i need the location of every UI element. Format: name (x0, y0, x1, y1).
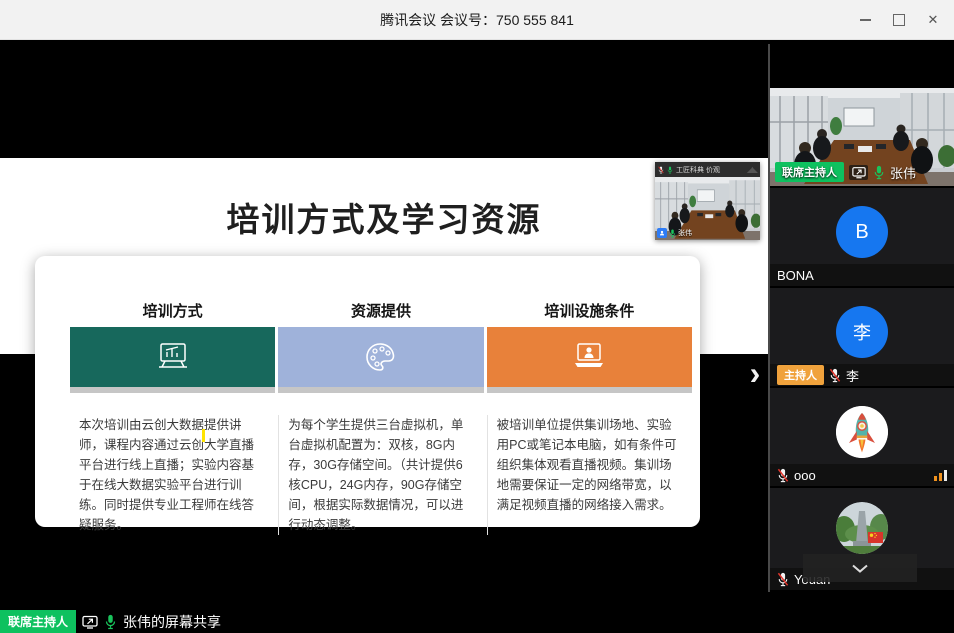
floating-window-title: 工匠科典 价观 (676, 165, 720, 175)
participant-name: BONA (777, 268, 814, 283)
floating-video-window: 工匠科典 价观 ◢◣ 张伟 (655, 162, 760, 240)
column-texts: 本次培训由云创大数据提供讲师，课程内容通过云创大学直播平台进行线上直播；实验内容… (70, 415, 692, 535)
share-status-text: 张伟的屏幕共享 (123, 612, 221, 632)
mic-on-icon (667, 166, 673, 174)
bar-facilities (487, 327, 692, 387)
participant-name: ooo (794, 468, 816, 483)
participant-tile-zhangwei[interactable]: 联席主持人 张伟 (770, 88, 954, 186)
screen-share-icon (82, 615, 98, 629)
column-text-1: 本次培训由云创大数据提供讲师，课程内容通过云创大学直播平台进行线上直播；实验内容… (70, 415, 275, 535)
tencent-meeting-window: 腾讯会议 会议号：750 555 841 ✕ 培训方式及学习资源 培训方式 资源… (0, 0, 954, 633)
column-text-2: 为每个学生提供三台虚拟机，单台虚拟机配置为：双核，8G内存，30G存储空间。（共… (278, 415, 483, 535)
chevron-down-icon (851, 564, 869, 573)
presenter-laptop-icon (571, 342, 607, 372)
column-bars (70, 327, 692, 387)
participant-nameplate: BONA (770, 264, 954, 286)
mic-muted-icon (777, 468, 789, 483)
bar-training-method (70, 327, 275, 387)
participant-nameplate: ooo (770, 464, 954, 486)
mic-muted-icon (777, 572, 789, 587)
presentation-board-chart-icon (155, 342, 191, 372)
mic-on-icon (873, 165, 885, 180)
slide-content-card: 培训方式 资源提供 培训设施条件 (35, 256, 700, 527)
titlebar[interactable]: 腾讯会议 会议号：750 555 841 ✕ (0, 0, 954, 40)
floating-window-video: 张伟 (655, 177, 760, 240)
maximize-button[interactable] (882, 0, 916, 40)
host-badge: 主持人 (777, 365, 824, 385)
participant-name: 张伟 (890, 163, 916, 182)
avatar-letter: B (855, 221, 868, 244)
avatar: B (836, 206, 888, 258)
member-badge-icon (657, 228, 667, 238)
avatar: 李 (836, 306, 888, 358)
mic-muted-icon (829, 368, 841, 383)
minimize-icon (860, 19, 871, 21)
text-cursor (202, 429, 205, 442)
column-header-1: 培训方式 (70, 300, 275, 321)
screen-share-icon (849, 165, 868, 180)
window-title: 腾讯会议 会议号：750 555 841 (380, 10, 574, 30)
collapse-video-panel-button[interactable] (803, 554, 917, 582)
floating-window-nameplate: 张伟 (657, 228, 692, 238)
column-headers: 培训方式 资源提供 培训设施条件 (70, 300, 692, 321)
shared-screen-area: 培训方式及学习资源 培训方式 资源提供 培训设施条件 (0, 40, 768, 633)
participant-tile-ooo[interactable]: ooo (770, 388, 954, 486)
window-controls: ✕ (848, 0, 950, 40)
mic-on-icon (669, 229, 676, 238)
slide-title: 培训方式及学习资源 (0, 193, 768, 241)
floating-window-header: 工匠科典 价观 ◢◣ (655, 162, 760, 177)
close-button[interactable]: ✕ (916, 0, 950, 40)
palette-icon (363, 341, 399, 373)
network-signal-icon (934, 470, 947, 481)
logo-watermark-icon: ◢◣ (747, 165, 757, 174)
next-arrow-button[interactable]: › (742, 354, 768, 394)
minimize-button[interactable] (848, 0, 882, 40)
participant-nameplate: 联席主持人 张伟 (775, 162, 916, 182)
participant-tile-youan[interactable]: Youan (770, 488, 954, 590)
avatar (836, 502, 888, 554)
bar-resources (278, 327, 483, 387)
mic-on-icon (104, 614, 117, 630)
member-icon (658, 166, 664, 174)
participant-name: 李 (846, 366, 859, 385)
floating-window-participant-name: 张伟 (678, 228, 692, 238)
monument-photo-avatar (836, 502, 888, 554)
column-header-2: 资源提供 (278, 300, 483, 321)
participant-tile-li[interactable]: 李 主持人 李 (770, 288, 954, 386)
screen-share-banner: 联席主持人 张伟的屏幕共享 (0, 610, 221, 633)
column-text-3: 被培训单位提供集训场地、实验用PC或笔记本电脑，如有条件可组织集体观看直播视频。… (487, 415, 692, 535)
co-host-badge: 联席主持人 (0, 610, 76, 633)
column-header-3: 培训设施条件 (487, 300, 692, 321)
avatar (836, 406, 888, 458)
avatar-letter: 李 (853, 319, 871, 345)
rocket-avatar-icon (836, 406, 888, 458)
participant-tile-bona[interactable]: B BONA (770, 188, 954, 286)
maximize-icon (893, 14, 905, 26)
participant-nameplate: 主持人 李 (770, 364, 954, 386)
co-host-badge: 联席主持人 (775, 162, 844, 182)
